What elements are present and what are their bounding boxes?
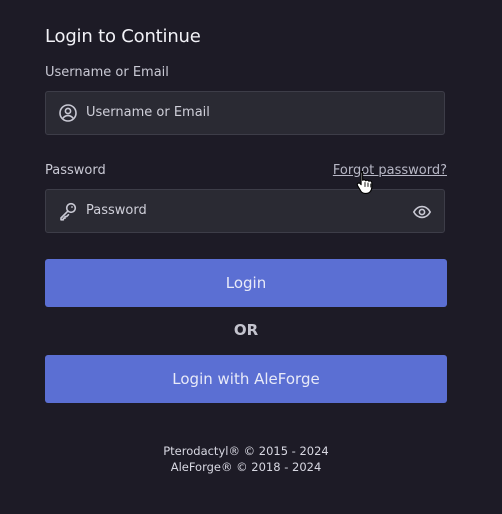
user-circle-icon bbox=[58, 103, 78, 123]
username-field-wrapper bbox=[45, 91, 445, 135]
hand-pointer-cursor-icon bbox=[356, 170, 374, 194]
footer-pterodactyl-copyright: Pterodactyl® © 2015 - 2024 bbox=[163, 444, 329, 458]
password-field-wrapper bbox=[45, 189, 445, 233]
eye-icon[interactable] bbox=[412, 202, 432, 222]
page-title: Login to Continue bbox=[45, 26, 201, 47]
username-label: Username or Email bbox=[45, 65, 169, 80]
aleforge-login-button[interactable]: Login with AleForge bbox=[45, 355, 447, 403]
password-input[interactable] bbox=[86, 190, 404, 232]
footer-aleforge-copyright: AleForge® © 2018 - 2024 bbox=[170, 460, 322, 474]
username-input[interactable] bbox=[86, 92, 404, 134]
key-icon bbox=[58, 201, 78, 221]
password-label: Password bbox=[45, 163, 106, 178]
login-button[interactable]: Login bbox=[45, 259, 447, 307]
or-separator: OR bbox=[233, 321, 259, 339]
forgot-password-link[interactable]: Forgot password? bbox=[333, 163, 447, 178]
